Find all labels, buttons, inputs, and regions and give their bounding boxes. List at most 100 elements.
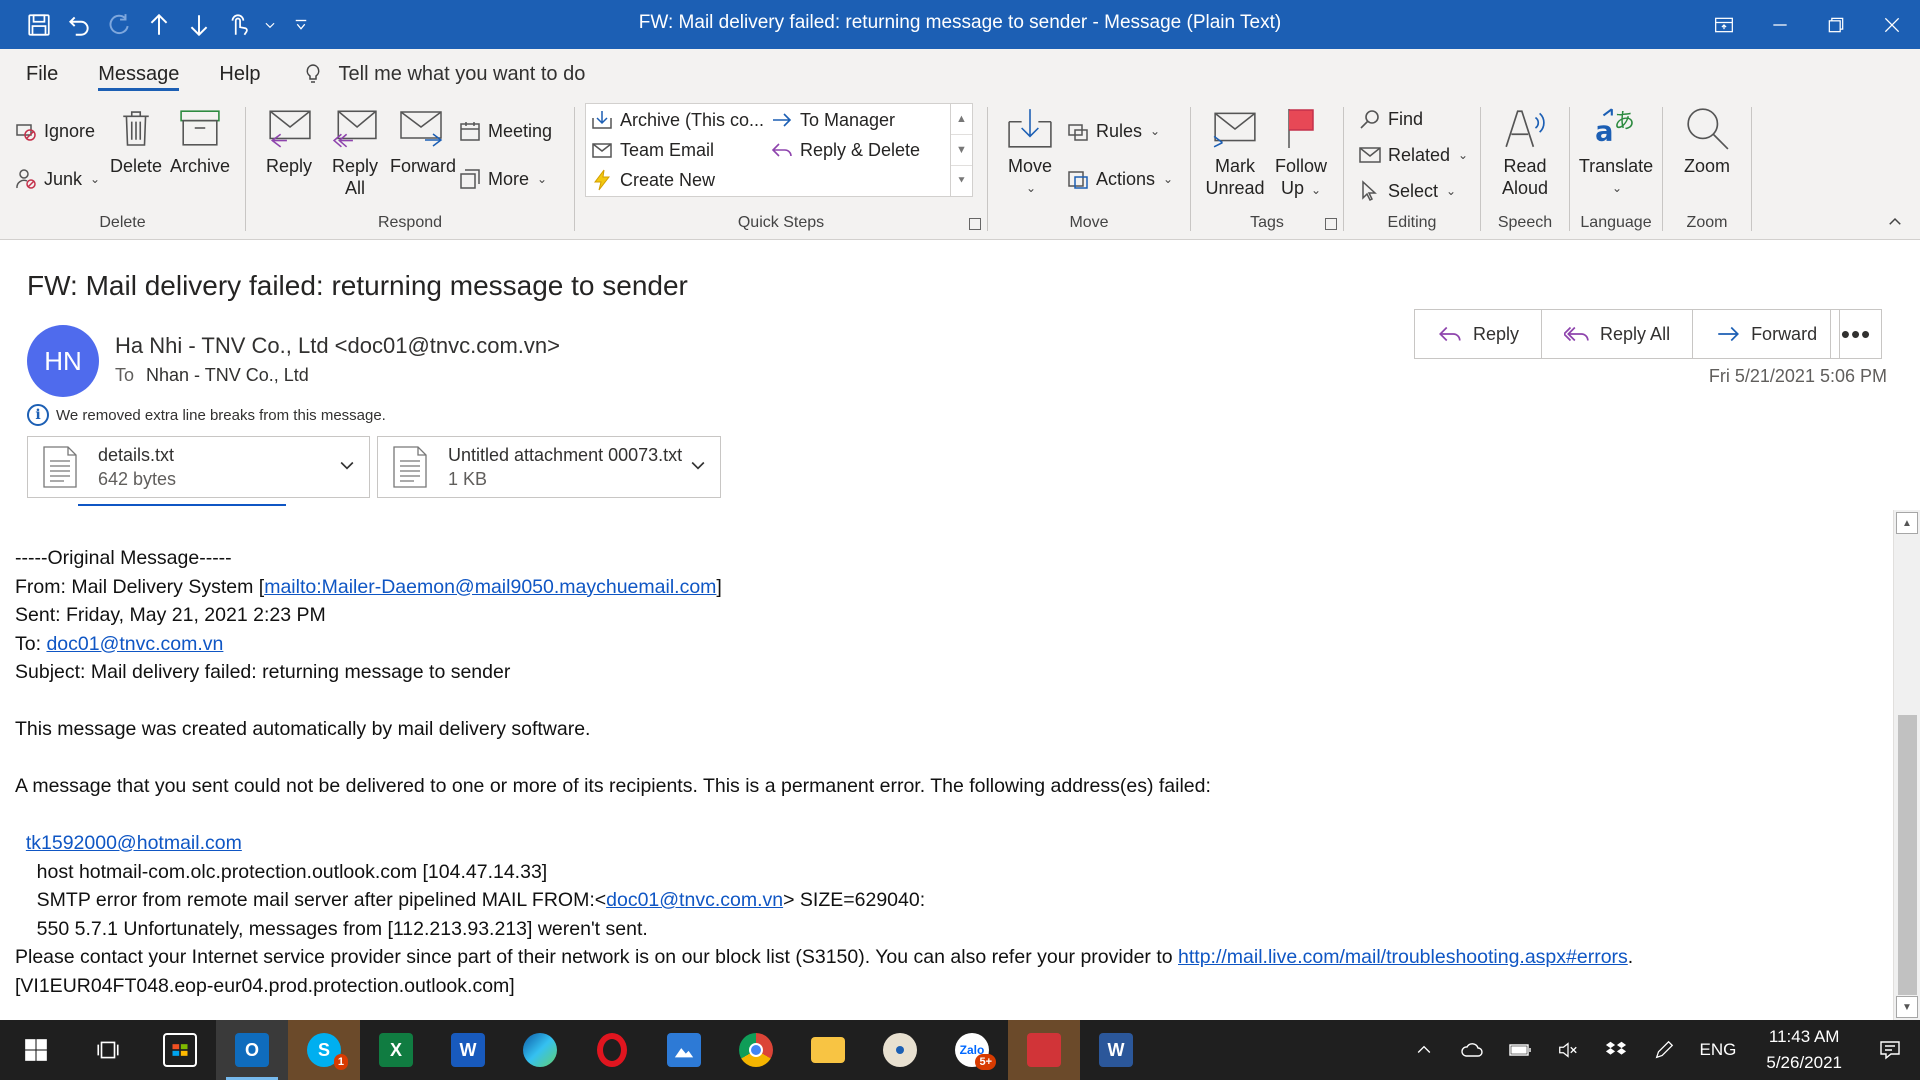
chevron-down-icon[interactable]	[688, 455, 708, 475]
chevron-down-icon[interactable]	[337, 455, 357, 475]
move-button[interactable]: Move ⌄	[1004, 103, 1056, 199]
sender-name[interactable]: Ha Nhi - TNV Co., Ltd <doc01@tnvc.com.vn…	[115, 333, 560, 359]
taskbar-skype[interactable]: S 1	[288, 1020, 360, 1080]
recipient-name[interactable]: Nhan - TNV Co., Ltd	[146, 365, 309, 385]
redo-icon[interactable]	[102, 8, 136, 42]
taskbar-word-2[interactable]: W	[1080, 1020, 1152, 1080]
junk-button[interactable]: Junk ⌄	[14, 165, 100, 193]
quickstep-archive-this[interactable]: Archive (This co...	[590, 106, 764, 134]
taskbar-word[interactable]: W	[432, 1020, 504, 1080]
taskbar-photos[interactable]	[648, 1020, 720, 1080]
taskbar-store[interactable]	[144, 1020, 216, 1080]
scrollbar-thumb[interactable]	[1898, 715, 1917, 995]
pen-icon[interactable]	[1640, 1020, 1688, 1080]
onedrive-icon[interactable]	[1448, 1020, 1496, 1080]
meeting-button[interactable]: Meeting	[458, 117, 552, 145]
follow-up-button[interactable]: Follow Up ⌄	[1271, 103, 1331, 201]
taskbar-excel[interactable]: X	[360, 1020, 432, 1080]
delete-button[interactable]: Delete	[108, 103, 164, 177]
ignore-button[interactable]: Ignore	[14, 117, 95, 145]
volume-muted-icon[interactable]	[1544, 1020, 1592, 1080]
find-button[interactable]: Find	[1358, 105, 1423, 133]
tell-me-search[interactable]: Tell me what you want to do	[301, 62, 585, 86]
taskbar-edge[interactable]	[504, 1020, 576, 1080]
ribbon-display-options-icon[interactable]	[1696, 0, 1752, 49]
quicksteps-scroll[interactable]: ▲ ▼ ⯆	[950, 104, 972, 196]
chevron-down-icon[interactable]	[262, 8, 278, 42]
mark-unread-button[interactable]: Mark Unread	[1203, 103, 1267, 199]
tab-message[interactable]: Message	[78, 49, 199, 99]
smtp-email-link[interactable]: doc01@tnvc.com.vn	[606, 889, 783, 911]
scroll-up-icon[interactable]: ▲	[951, 104, 972, 135]
more-actions-button[interactable]: •••	[1830, 309, 1882, 359]
troubleshooting-link[interactable]: http://mail.live.com/mail/troubleshootin…	[1178, 946, 1628, 968]
forward-button[interactable]: Forward	[386, 103, 460, 177]
reply-button[interactable]: Reply	[260, 103, 318, 177]
taskbar-outlook[interactable]: O	[216, 1020, 288, 1080]
read-aloud-button[interactable]: Read Aloud	[1497, 103, 1553, 199]
task-view-button[interactable]	[72, 1020, 144, 1080]
translate-button[interactable]: aあ Translate ⌄	[1572, 103, 1660, 199]
to-email-link[interactable]: doc01@tnvc.com.vn	[46, 633, 223, 655]
quickstep-create-new[interactable]: Create New	[590, 166, 715, 194]
mailer-daemon-link[interactable]: mailto:Mailer-Daemon@mail9050.maychuemai…	[264, 576, 716, 598]
from-end: ]	[716, 575, 722, 598]
quickstep-reply-delete[interactable]: Reply & Delete	[770, 136, 920, 164]
reply-all-button[interactable]: Reply All	[1542, 310, 1694, 358]
rules-button[interactable]: Rules ⌄	[1066, 117, 1160, 145]
save-icon[interactable]	[22, 8, 56, 42]
zoom-button[interactable]: Zoom	[1679, 103, 1735, 177]
tab-help[interactable]: Help	[199, 49, 280, 99]
reply-all-button[interactable]: Reply All	[326, 103, 384, 199]
up-arrow-icon[interactable]	[142, 8, 176, 42]
down-arrow-icon[interactable]	[182, 8, 216, 42]
taskbar-paint[interactable]	[864, 1020, 936, 1080]
tab-file[interactable]: File	[0, 49, 78, 99]
failed-address-link[interactable]: tk1592000@hotmail.com	[26, 832, 242, 854]
start-button[interactable]	[0, 1020, 72, 1080]
avatar[interactable]: HN	[27, 325, 99, 397]
message-body[interactable]: -----Original Message----- From: Mail De…	[0, 502, 1893, 1020]
archive-button[interactable]: Archive	[170, 103, 230, 177]
attachment-details[interactable]: details.txt 642 bytes	[27, 436, 370, 498]
group-respond: Reply Reply All Forward Meeting More ⌄ Re…	[246, 99, 574, 240]
dropbox-icon[interactable]	[1592, 1020, 1640, 1080]
clock[interactable]: 11:43 AM 5/26/2021	[1748, 1024, 1860, 1076]
to-label: To	[115, 365, 135, 385]
close-icon[interactable]	[1864, 0, 1920, 49]
notification-icon[interactable]	[1860, 1020, 1920, 1080]
quicksteps-launcher-icon[interactable]	[969, 218, 981, 230]
touch-mode-icon[interactable]	[222, 8, 256, 42]
reply-button[interactable]: Reply	[1415, 310, 1543, 358]
related-icon	[1359, 147, 1381, 163]
body-scrollbar[interactable]: ▲ ▼	[1893, 510, 1920, 1020]
scroll-down-icon[interactable]: ▼	[951, 135, 972, 166]
minimize-icon[interactable]	[1752, 0, 1808, 49]
chevron-up-icon[interactable]	[1400, 1020, 1448, 1080]
input-language[interactable]: ENG	[1688, 1040, 1749, 1060]
quickstep-archive-label: Archive (This co...	[620, 109, 765, 130]
battery-icon[interactable]	[1496, 1020, 1544, 1080]
quickstep-to-manager[interactable]: To Manager	[770, 106, 895, 134]
taskbar-opera[interactable]	[576, 1020, 648, 1080]
tags-launcher-icon[interactable]	[1325, 218, 1337, 230]
related-button[interactable]: Related ⌄	[1358, 141, 1468, 169]
select-button[interactable]: Select ⌄	[1358, 177, 1456, 205]
restore-icon[interactable]	[1808, 0, 1864, 49]
more-respond-button[interactable]: More ⌄	[458, 165, 547, 193]
quickstep-team-email[interactable]: Team Email	[590, 136, 714, 164]
customize-qat-icon[interactable]	[284, 8, 318, 42]
expand-gallery-icon[interactable]: ⯆	[951, 166, 972, 196]
attachment-untitled[interactable]: Untitled attachment 00073.txt 1 KB	[377, 436, 721, 498]
info-text[interactable]: We removed extra line breaks from this m…	[56, 407, 386, 424]
scroll-down-icon[interactable]: ▼	[1896, 996, 1918, 1018]
scroll-up-icon[interactable]: ▲	[1896, 512, 1918, 534]
collapse-ribbon-icon[interactable]	[1886, 213, 1906, 233]
taskbar-chrome[interactable]	[720, 1020, 792, 1080]
forward-button[interactable]: Forward	[1693, 310, 1839, 358]
undo-icon[interactable]	[62, 8, 96, 42]
taskbar-file-explorer[interactable]	[792, 1020, 864, 1080]
actions-button[interactable]: Actions ⌄	[1066, 165, 1173, 193]
taskbar-app-red[interactable]	[1008, 1020, 1080, 1080]
taskbar-zalo[interactable]: Zalo 5+	[936, 1020, 1008, 1080]
